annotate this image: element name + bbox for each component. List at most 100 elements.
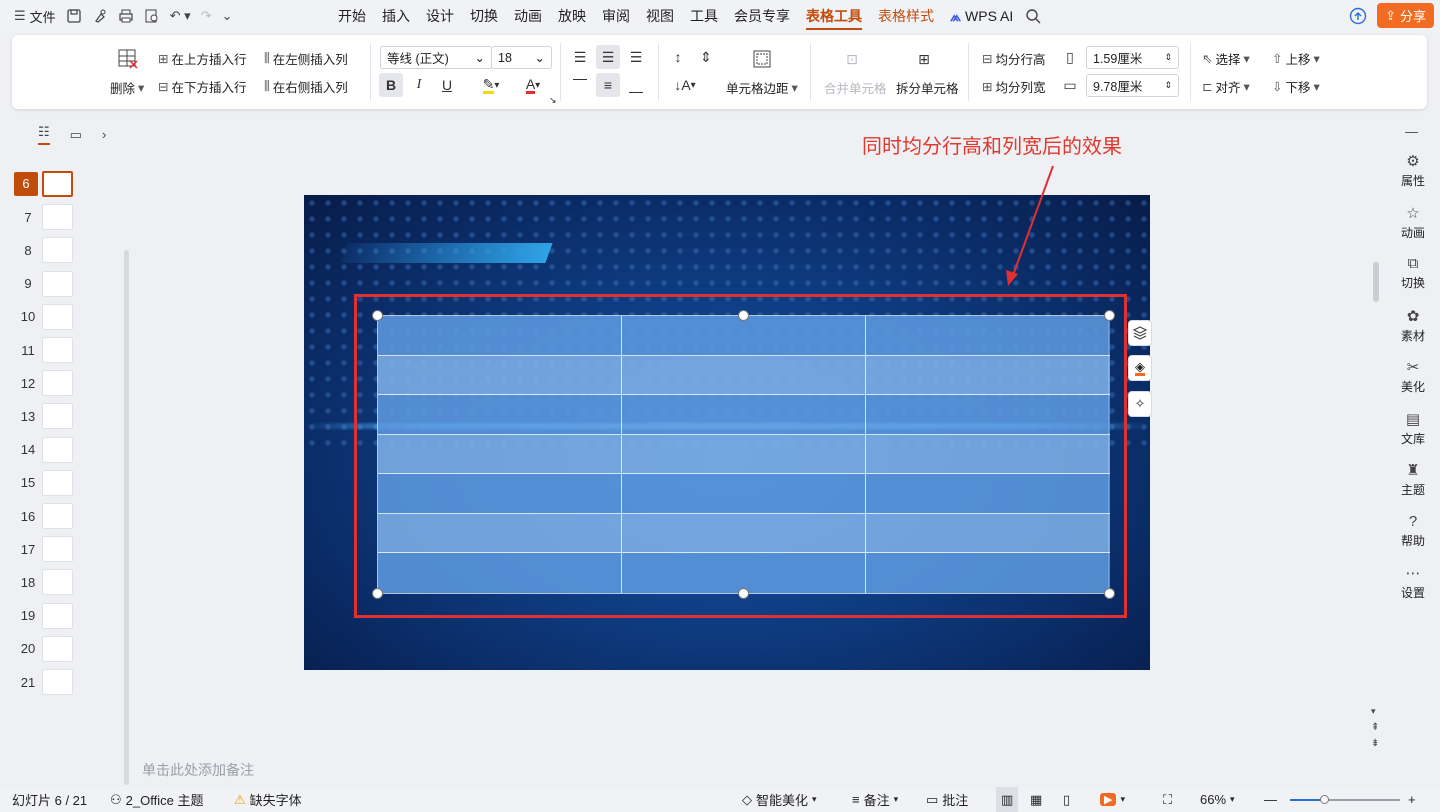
- slide-thumbnail-11[interactable]: 11: [14, 337, 84, 363]
- slide-thumbnail-21[interactable]: 21: [14, 669, 84, 695]
- slide-thumbnail-8[interactable]: 8: [14, 237, 84, 264]
- cloud-upload-icon[interactable]: [1349, 7, 1367, 25]
- slide-thumbnail-6[interactable]: 6: [14, 171, 84, 197]
- canvas-scrollbar[interactable]: [1373, 262, 1379, 302]
- thumbnail-scrollbar[interactable]: [124, 250, 129, 785]
- zoom-out-icon[interactable]: —: [1264, 787, 1277, 812]
- select-button[interactable]: ⇖ 选择 ▾: [1202, 49, 1250, 68]
- cell-margin-button[interactable]: 单元格边距 ▾: [726, 78, 798, 97]
- search-icon[interactable]: [1025, 8, 1041, 24]
- slide-thumbnail-7[interactable]: 7: [14, 204, 84, 231]
- font-color-button[interactable]: A ▾: [516, 73, 550, 97]
- bold-button[interactable]: B: [379, 73, 403, 97]
- save-icon[interactable]: [66, 8, 82, 24]
- slide-preview[interactable]: [42, 536, 73, 563]
- undo-icon[interactable]: ↶ ▾: [170, 8, 191, 24]
- fill-color-icon[interactable]: ◈: [1128, 355, 1152, 381]
- slide-preview[interactable]: [42, 204, 73, 231]
- font-size-select[interactable]: 18 ⌄: [491, 46, 552, 69]
- sidebar-item-5[interactable]: ▤ 文库: [1386, 410, 1440, 447]
- delete-table-icon[interactable]: [116, 47, 140, 71]
- smart-beautify-button[interactable]: ◇ 智能美化 ▾: [742, 787, 817, 812]
- notes-button[interactable]: ≡ 备注 ▾: [852, 787, 898, 812]
- align-button[interactable]: ⊏ 对齐 ▾: [1202, 77, 1250, 96]
- tab-slideshow[interactable]: 放映: [550, 0, 594, 32]
- highlight-color-button[interactable]: ✎ ▾: [474, 73, 508, 97]
- sidebar-item-8[interactable]: ⋯ 设置: [1386, 564, 1440, 601]
- missing-font-button[interactable]: ⚠ 缺失字体: [234, 787, 302, 812]
- tab-home[interactable]: 开始: [330, 0, 374, 32]
- tab-insert[interactable]: 插入: [374, 0, 418, 32]
- slide-thumbnail-14[interactable]: 14: [14, 436, 84, 463]
- sidebar-item-0[interactable]: ⚙ 属性: [1386, 152, 1440, 189]
- sorter-view-icon[interactable]: ▦: [1030, 787, 1042, 812]
- slide-thumbnail-19[interactable]: 19: [14, 602, 84, 629]
- prev-slide-icon[interactable]: ⇞: [1371, 722, 1379, 733]
- col-width-input[interactable]: 9.78厘米 ⇕: [1086, 74, 1179, 97]
- zoom-level[interactable]: 66% ▾: [1200, 787, 1235, 812]
- line-spacing-icon[interactable]: ↕: [666, 45, 690, 69]
- sidebar-item-6[interactable]: ♜ 主题: [1386, 461, 1440, 498]
- slide-thumbnail-20[interactable]: 20: [14, 635, 84, 662]
- tab-review[interactable]: 审阅: [594, 0, 638, 32]
- slide-preview[interactable]: [42, 337, 73, 363]
- tab-member[interactable]: 会员专享: [726, 0, 798, 32]
- bring-forward-button[interactable]: ⇧ 上移 ▾: [1272, 49, 1320, 68]
- insert-col-right-button[interactable]: ⫼ 在右侧插入列: [264, 77, 348, 96]
- align-center-icon[interactable]: ☰: [596, 45, 620, 69]
- slide-preview[interactable]: [42, 569, 73, 596]
- slide-thumbnail-17[interactable]: 17: [14, 536, 84, 563]
- tab-view[interactable]: 视图: [638, 0, 682, 32]
- slide-preview[interactable]: [42, 237, 73, 264]
- sidebar-item-4[interactable]: ✂ 美化: [1386, 358, 1440, 395]
- format-painter-icon[interactable]: [92, 8, 108, 24]
- slide-preview[interactable]: [42, 635, 73, 662]
- slide-preview[interactable]: [42, 403, 73, 430]
- file-menu[interactable]: ☰ 文件: [14, 7, 56, 26]
- next-slide-icon[interactable]: ⇟: [1371, 738, 1379, 749]
- collapse-icon[interactable]: —: [1405, 124, 1418, 139]
- insert-row-below-button[interactable]: ⊟ 在下方插入行: [158, 77, 247, 96]
- share-button[interactable]: ⇪ 分享: [1377, 3, 1434, 28]
- dialog-launcher-icon[interactable]: ↘: [549, 95, 557, 106]
- outline-view-icon[interactable]: ☷: [38, 124, 50, 145]
- tab-animation[interactable]: 动画: [506, 0, 550, 32]
- slide-preview[interactable]: [42, 303, 73, 330]
- align-left-icon[interactable]: ☰: [568, 45, 592, 69]
- play-button[interactable]: ▶ ▾: [1100, 787, 1125, 812]
- slide-thumbnail-18[interactable]: 18: [14, 569, 84, 596]
- reading-view-icon[interactable]: ▯: [1063, 787, 1070, 812]
- sidebar-item-3[interactable]: ✿ 素材: [1386, 307, 1440, 344]
- normal-view-icon[interactable]: ▥: [996, 787, 1019, 812]
- italic-button[interactable]: I: [407, 73, 431, 97]
- tab-table-style[interactable]: 表格样式: [870, 0, 942, 32]
- chevron-right-icon[interactable]: ›: [102, 127, 106, 142]
- print-preview-icon[interactable]: [144, 8, 160, 24]
- split-cells-button[interactable]: 拆分单元格: [896, 78, 959, 97]
- scroll-down-icon[interactable]: ▾: [1371, 706, 1376, 717]
- magic-tools-icon[interactable]: ✧: [1128, 391, 1152, 417]
- align-top-icon[interactable]: ⎺: [568, 73, 592, 97]
- merge-cells-button[interactable]: 合并单元格: [824, 78, 887, 97]
- slide-preview[interactable]: [42, 503, 73, 529]
- tab-table-tools[interactable]: 表格工具: [798, 0, 870, 32]
- distribute-rows-button[interactable]: ⊟ 均分行高: [982, 49, 1046, 68]
- slide-view-icon[interactable]: ▭: [70, 127, 82, 143]
- comments-button[interactable]: ▭ 批注: [926, 787, 968, 812]
- distribute-cols-button[interactable]: ⊞ 均分列宽: [982, 77, 1046, 96]
- sidebar-item-7[interactable]: ? 帮助: [1386, 513, 1440, 549]
- tab-wps-ai[interactable]: ⩕ WPS AI: [942, 0, 1021, 32]
- row-height-input[interactable]: 1.59厘米 ⇕: [1086, 46, 1179, 69]
- slide-thumbnail-16[interactable]: 16: [14, 503, 84, 529]
- align-middle-icon[interactable]: ≡: [596, 73, 620, 97]
- slide-thumbnail-9[interactable]: 9: [14, 270, 84, 297]
- slide-preview[interactable]: [42, 602, 73, 629]
- slide-thumbnail-12[interactable]: 12: [14, 370, 84, 397]
- insert-row-above-button[interactable]: ⊞ 在上方插入行: [158, 49, 247, 68]
- underline-button[interactable]: U: [435, 73, 459, 97]
- zoom-in-icon[interactable]: +: [1408, 787, 1416, 812]
- spinner-icon[interactable]: ⇕: [1164, 80, 1172, 91]
- tab-tools[interactable]: 工具: [682, 0, 726, 32]
- paragraph-spacing-icon[interactable]: ⇕: [694, 45, 718, 69]
- tab-design[interactable]: 设计: [418, 0, 462, 32]
